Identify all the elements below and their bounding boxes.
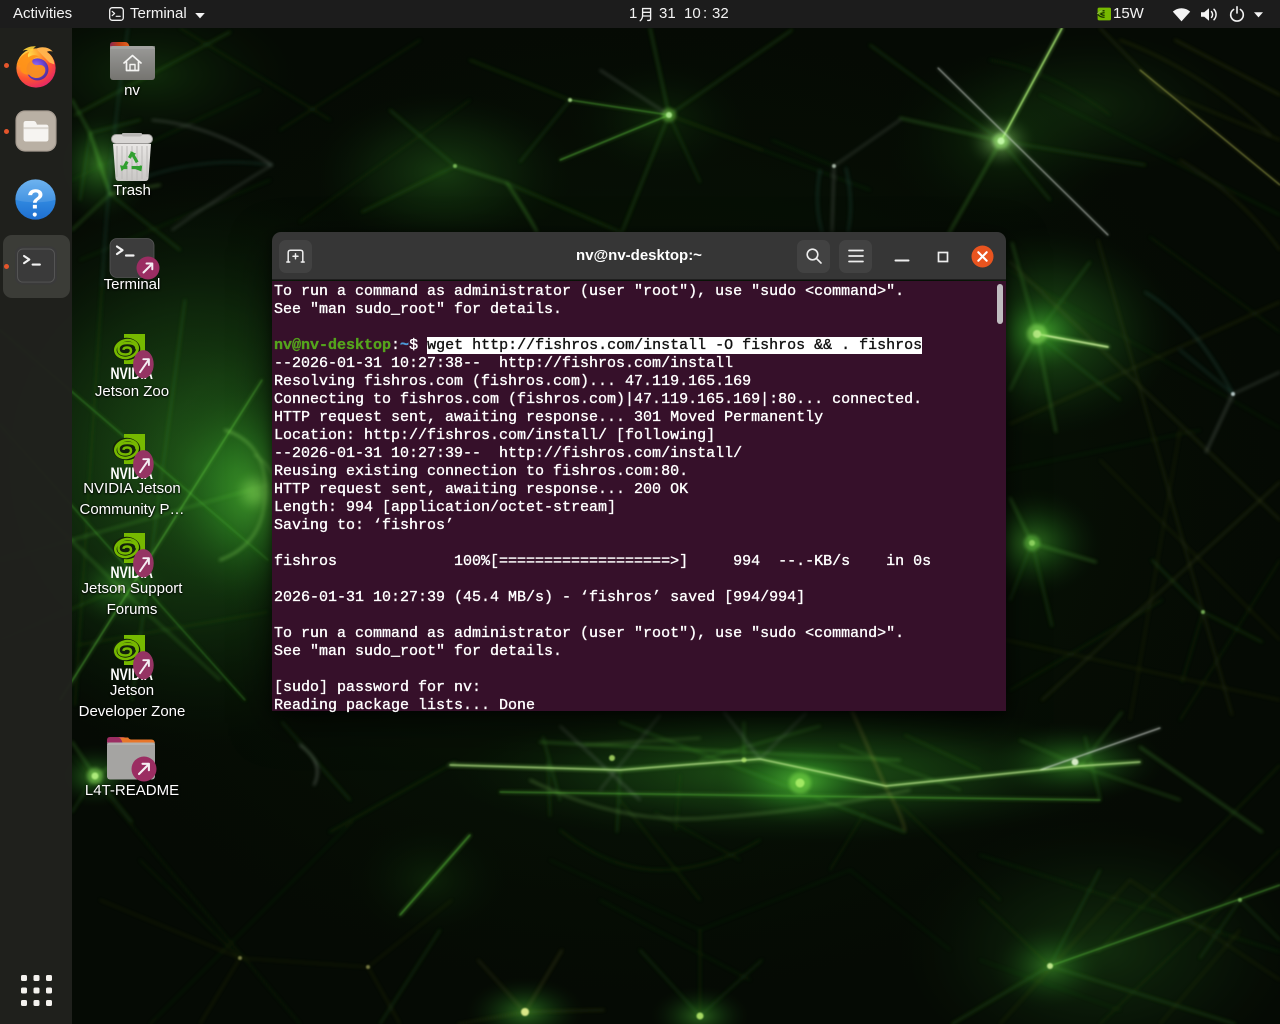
svg-text:?: ? (27, 183, 44, 214)
